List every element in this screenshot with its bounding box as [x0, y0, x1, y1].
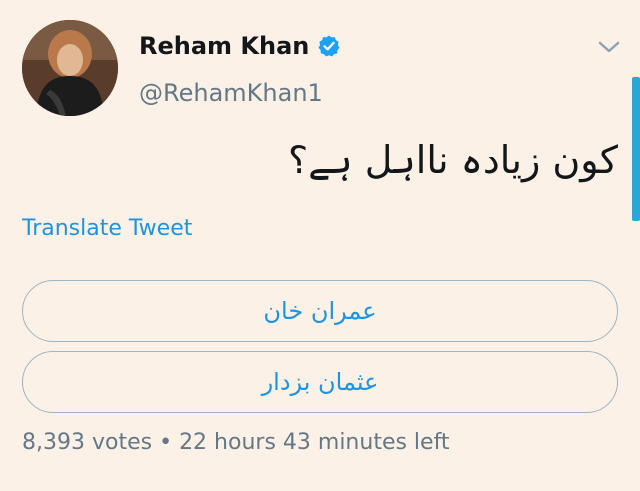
tweet-text: کون زیادہ نااہل ہے؟: [287, 138, 618, 182]
verified-badge-icon: [317, 34, 341, 58]
display-name-row: Reham Khan: [139, 32, 341, 60]
scrollbar[interactable]: [632, 77, 640, 221]
meta-separator: •: [159, 430, 173, 455]
tweet-card: Reham Khan @RehamKhan1 کون زیادہ نااہل ہ…: [0, 0, 640, 491]
poll-option-label: عمران خان: [263, 297, 377, 325]
user-handle[interactable]: @RehamKhan1: [139, 79, 323, 107]
chevron-down-icon[interactable]: [596, 38, 622, 56]
poll-time-left: 22 hours 43 minutes left: [179, 430, 450, 455]
display-name[interactable]: Reham Khan: [139, 32, 309, 60]
poll-option-2[interactable]: عثمان بزدار: [22, 351, 618, 413]
translate-tweet-link[interactable]: Translate Tweet: [22, 216, 192, 241]
poll-option-label: عثمان بزدار: [261, 368, 379, 396]
poll-meta: 8,393 votes • 22 hours 43 minutes left: [22, 430, 450, 455]
poll-option-1[interactable]: عمران خان: [22, 280, 618, 342]
poll-vote-count: 8,393 votes: [22, 430, 153, 455]
avatar[interactable]: [22, 20, 118, 116]
